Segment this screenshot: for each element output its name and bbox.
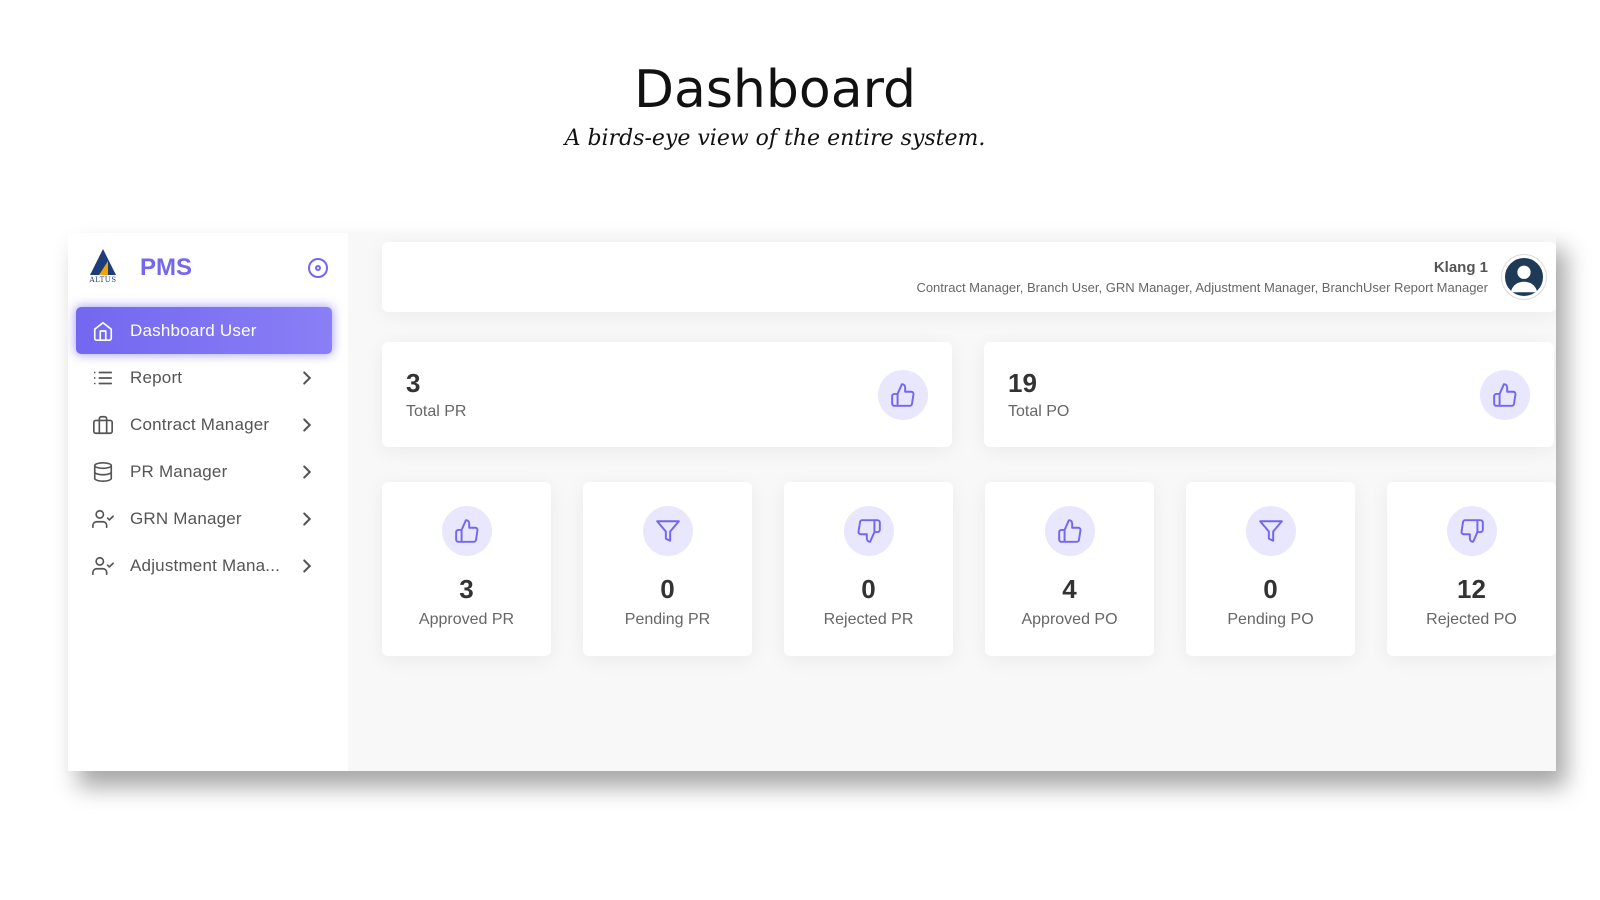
chevron-right-icon: [303, 464, 312, 479]
total-pr-value: 3: [406, 368, 421, 398]
thumbs-up-icon: [454, 519, 478, 543]
logo-text: ALTUS: [89, 276, 117, 284]
briefcase-icon: [93, 415, 113, 434]
chevron-right-icon: [303, 370, 312, 385]
slide-subtitle: A birds-eye view of the entire system.: [564, 126, 986, 151]
total-pr-label: Total PR: [406, 403, 467, 420]
chevron-right-icon: [303, 558, 312, 573]
stat-value: 0: [1263, 574, 1278, 604]
stat-value: 12: [1457, 574, 1486, 604]
stat-value: 3: [459, 574, 474, 604]
thumbs-up-icon: [1057, 519, 1081, 543]
avatar[interactable]: [1502, 255, 1546, 299]
sidebar-item-label: Dashboard User: [130, 320, 257, 340]
pending-po-card: 0 Pending PO: [1186, 482, 1355, 656]
main-content: Klang 1 Contract Manager, Branch User, G…: [348, 233, 1556, 771]
sidebar-item-contract-manager[interactable]: Contract Manager: [76, 401, 332, 448]
thumbs-down-icon: [857, 519, 881, 543]
sidebar-item-label: GRN Manager: [130, 508, 242, 528]
stat-value: 4: [1062, 574, 1077, 604]
stat-label: Pending PO: [1227, 611, 1314, 628]
sidebar-item-pr-manager[interactable]: PR Manager: [76, 448, 332, 495]
total-pr-card: 3 Total PR: [382, 342, 952, 447]
brand-name: PMS: [140, 254, 193, 281]
chevron-right-icon: [303, 511, 312, 526]
stat-label: Rejected PO: [1426, 611, 1517, 628]
approved-pr-card: 3 Approved PR: [382, 482, 551, 656]
thumbs-up-icon: [1493, 382, 1517, 407]
sidebar-item-label: Contract Manager: [130, 414, 270, 434]
top-bar: Klang 1 Contract Manager, Branch User, G…: [382, 242, 1556, 312]
filter-icon: [655, 520, 680, 542]
stat-value: 0: [660, 574, 675, 604]
user-info[interactable]: Klang 1 Contract Manager, Branch User, G…: [916, 259, 1488, 295]
filter-icon: [1258, 520, 1283, 542]
approved-po-card: 4 Approved PO: [985, 482, 1154, 656]
user-avatar-icon: [1510, 265, 1538, 293]
sidebar-item-label: Report: [130, 367, 183, 387]
total-po-label: Total PO: [1008, 403, 1070, 420]
pending-pr-card: 0 Pending PR: [583, 482, 752, 656]
stat-label: Pending PR: [624, 611, 711, 628]
rejected-po-card: 12 Rejected PO: [1387, 482, 1556, 656]
home-icon: [93, 321, 113, 341]
sidebar-item-report[interactable]: Report: [76, 354, 332, 401]
sidebar-item-label: Adjustment Mana...: [130, 555, 281, 575]
database-icon: [93, 461, 113, 482]
rejected-pr-card: 0 Rejected PR: [784, 482, 953, 656]
slide-title: Dashboard: [633, 60, 917, 120]
brand: ALTUS PMS: [68, 243, 348, 293]
stat-label: Rejected PR: [823, 611, 914, 628]
sidebar-nav: Dashboard User Report Contract Manager P…: [68, 307, 348, 589]
stat-label: Approved PR: [418, 611, 515, 628]
stats-row: 3 Approved PR 0 Pending PR 0 Rejected PR…: [382, 482, 1556, 656]
app-window: ALTUS PMS Dashboard User Report Contract…: [68, 233, 1556, 771]
user-check-icon: [92, 509, 114, 528]
sidebar-toggle-icon[interactable]: [308, 258, 328, 278]
summary-row: 3 Total PR 19 Total PO: [382, 342, 1556, 447]
sidebar-item-grn-manager[interactable]: GRN Manager: [76, 495, 332, 542]
altus-logo[interactable]: ALTUS: [84, 249, 122, 287]
thumbs-down-icon: [1460, 519, 1484, 543]
user-check-icon: [92, 556, 114, 575]
sidebar: ALTUS PMS Dashboard User Report Contract…: [68, 233, 348, 771]
user-roles: Contract Manager, Branch User, GRN Manag…: [916, 280, 1488, 295]
user-name: Klang 1: [1433, 259, 1488, 276]
sidebar-item-adjustment-manager[interactable]: Adjustment Mana...: [76, 542, 332, 589]
total-po-value: 19: [1008, 368, 1037, 398]
list-icon: [93, 371, 113, 384]
thumbs-up-icon: [891, 382, 915, 407]
stat-value: 0: [861, 574, 876, 604]
sidebar-item-dashboard-user[interactable]: Dashboard User: [76, 307, 332, 354]
chevron-right-icon: [303, 417, 312, 432]
stat-label: Approved PO: [1021, 611, 1118, 628]
sidebar-item-label: PR Manager: [130, 461, 228, 481]
total-po-card: 19 Total PO: [984, 342, 1554, 447]
